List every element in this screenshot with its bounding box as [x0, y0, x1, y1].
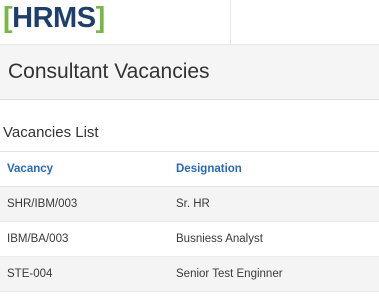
table-row[interactable]: STE-004 Senior Test Enginner [0, 256, 379, 292]
column-header-vacancy[interactable]: Vacancy [0, 151, 176, 187]
logo-close-bracket: ] [95, 2, 106, 34]
section-title: Vacancies List [3, 124, 99, 141]
logo-text: HRMS [12, 2, 96, 34]
designation-cell: Busniess Analyst [176, 221, 379, 257]
vacancy-cell: STE-004 [0, 256, 176, 292]
logo-open-bracket: [ [3, 2, 13, 34]
page-header: Consultant Vacancies [0, 44, 379, 100]
column-header-designation[interactable]: Designation [176, 151, 379, 187]
hrms-logo[interactable]: [HRMS] [3, 1, 105, 35]
designation-cell: Sr. HR [176, 186, 379, 222]
vacancy-cell: IBM/BA/003 [0, 221, 176, 257]
vacancies-table: Vacancy Designation SHR/IBM/003 Sr. HR I… [0, 151, 379, 292]
table-row[interactable]: IBM/BA/003 Busniess Analyst [0, 221, 379, 257]
table-header-row: Vacancy Designation [0, 151, 379, 187]
page-title: Consultant Vacancies [8, 60, 210, 83]
vacancy-cell: SHR/IBM/003 [0, 186, 176, 222]
top-bar: [HRMS] [0, 0, 379, 44]
designation-cell: Senior Test Enginner [176, 256, 379, 292]
logo-area: [HRMS] [0, 0, 231, 44]
table-row[interactable]: SHR/IBM/003 Sr. HR [0, 186, 379, 222]
